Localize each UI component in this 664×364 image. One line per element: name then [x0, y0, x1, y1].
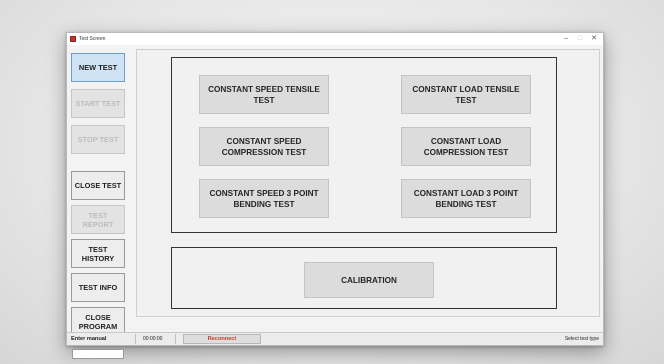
- constant-speed-compression-button[interactable]: CONSTANT SPEED COMPRESSION TEST: [199, 127, 329, 166]
- test-screen-window: Test Screen – □ ✕ NEW TEST START TEST ST…: [66, 32, 604, 359]
- start-test-button[interactable]: START TEST: [71, 89, 125, 118]
- elapsed-time: 00:00:00: [143, 336, 163, 342]
- status-divider: [175, 334, 176, 344]
- close-window-button[interactable]: ✕: [587, 33, 601, 45]
- constant-speed-tensile-button[interactable]: CONSTANT SPEED TENSILE TEST: [199, 75, 329, 114]
- sidebar: NEW TEST START TEST STOP TEST CLOSE TEST…: [71, 53, 127, 359]
- calibration-button[interactable]: CALIBRATION: [304, 262, 434, 298]
- manual-mode-label[interactable]: Enter manual: [71, 333, 106, 345]
- maximize-button[interactable]: □: [573, 33, 587, 45]
- new-test-button[interactable]: NEW TEST: [71, 53, 125, 82]
- test-report-button[interactable]: TEST REPORT: [71, 205, 125, 234]
- window-title: Test Screen: [79, 36, 106, 42]
- constant-load-tensile-button[interactable]: CONSTANT LOAD TENSILE TEST: [401, 75, 531, 114]
- stop-test-button[interactable]: STOP TEST: [71, 125, 125, 154]
- minimize-button[interactable]: –: [559, 33, 573, 45]
- status-divider: [135, 334, 136, 344]
- test-info-button[interactable]: TEST INFO: [71, 273, 125, 302]
- constant-load-bending-button[interactable]: CONSTANT LOAD 3 POINT BENDING TEST: [401, 179, 531, 218]
- manual-entry-input[interactable]: [72, 349, 124, 359]
- constant-load-compression-button[interactable]: CONSTANT LOAD COMPRESSION TEST: [401, 127, 531, 166]
- app-icon: [70, 36, 76, 42]
- window-controls: – □ ✕: [559, 33, 601, 45]
- status-bar: Enter manual 00:00:00 Reconnect Select t…: [67, 332, 603, 345]
- close-test-button[interactable]: CLOSE TEST: [71, 171, 125, 200]
- title-bar: Test Screen – □ ✕: [67, 33, 603, 45]
- test-history-button[interactable]: TEST HISTORY: [71, 239, 125, 268]
- status-message: Select test type: [564, 336, 599, 342]
- constant-speed-bending-button[interactable]: CONSTANT SPEED 3 POINT BENDING TEST: [199, 179, 329, 218]
- reconnect-button[interactable]: Reconnect: [183, 334, 261, 344]
